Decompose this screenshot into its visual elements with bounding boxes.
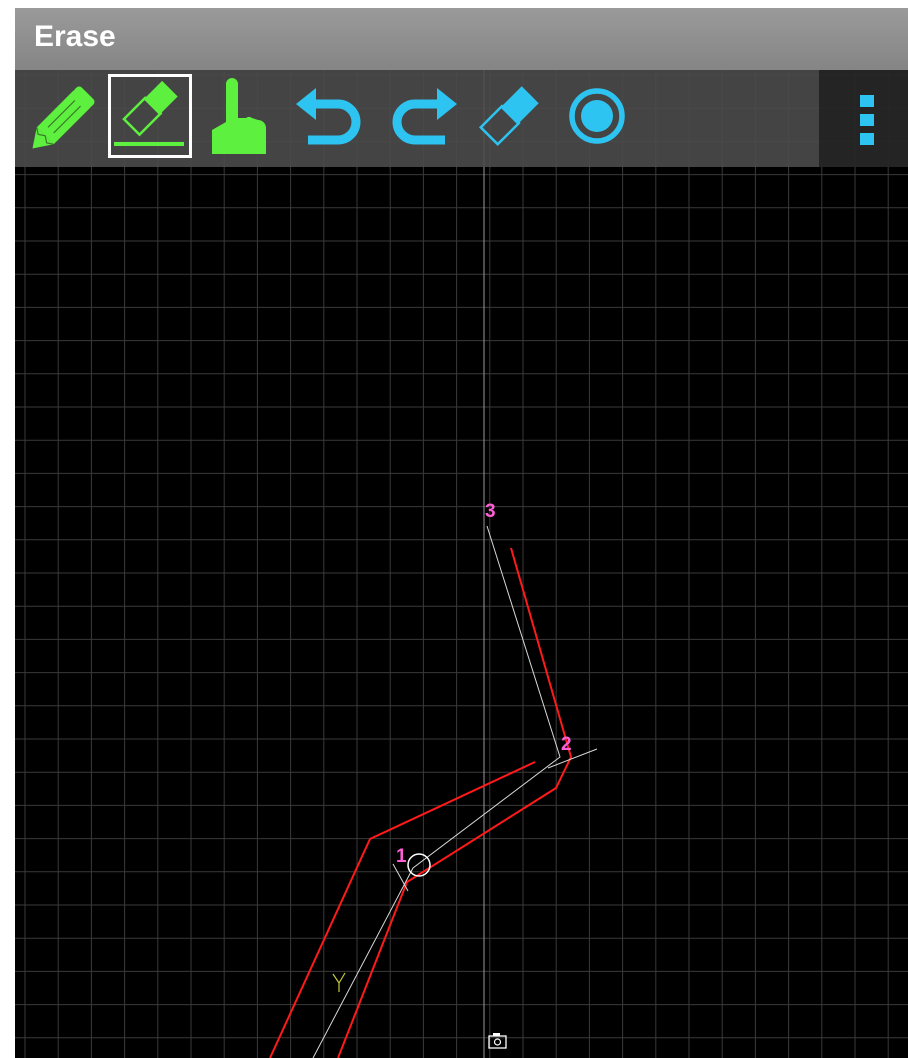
pointer-tool-button[interactable]	[202, 74, 286, 158]
pencil-icon	[32, 86, 95, 149]
drawing-app: 3 2 1 Erase	[15, 8, 908, 1058]
hand-pointer-icon	[212, 78, 266, 154]
erase-all-button[interactable]	[467, 74, 551, 158]
drawing-canvas[interactable]	[15, 70, 908, 1058]
undo-button[interactable]	[290, 74, 374, 158]
window-title: Erase	[34, 20, 116, 53]
eraser-icon	[478, 86, 539, 147]
record-icon	[569, 88, 625, 144]
pencil-tool-button[interactable]	[23, 74, 107, 158]
record-button[interactable]	[555, 74, 639, 158]
point-label-2: 2	[561, 734, 572, 755]
eraser-underline-icon	[114, 80, 184, 146]
point-label-1: 1	[396, 846, 407, 867]
redo-icon	[392, 88, 457, 145]
point-label-3: 3	[485, 501, 496, 522]
title-bar: Erase	[15, 8, 908, 70]
more-vert-icon[interactable]	[819, 70, 908, 167]
overflow-menu-panel	[819, 70, 908, 167]
redo-button[interactable]	[379, 74, 463, 158]
undo-icon	[296, 88, 361, 145]
toolbar	[15, 70, 819, 167]
erase-tool-button[interactable]	[108, 74, 192, 158]
